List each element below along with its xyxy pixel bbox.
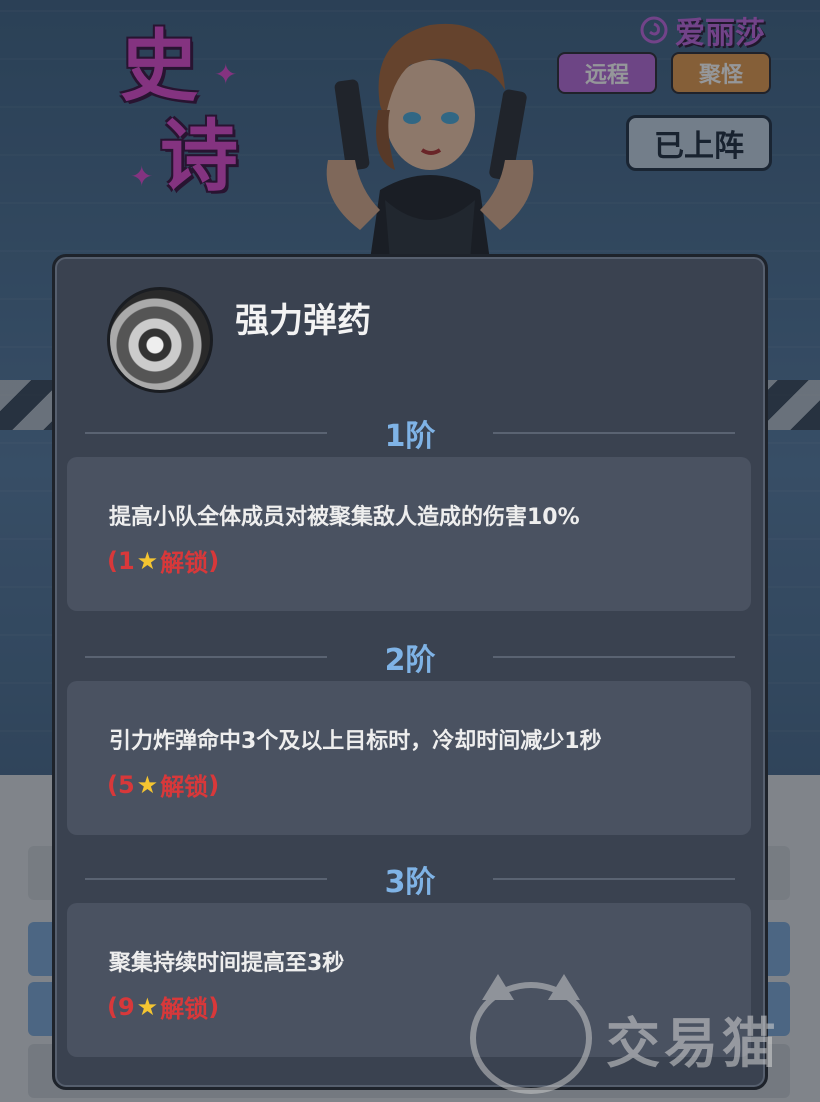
ammo-drum-icon xyxy=(107,287,213,393)
tier-label: 2阶 xyxy=(384,643,436,678)
divider xyxy=(493,878,735,880)
unlock-close-paren: ) xyxy=(208,770,220,799)
divider xyxy=(85,432,327,434)
skill-detail-panel: 强力弹药 1阶 提高小队全体成员对被聚集敌人造成的伤害10% ( 1 ★ 解锁 … xyxy=(52,254,768,1090)
divider xyxy=(85,878,327,880)
divider xyxy=(493,432,735,434)
tier-heading: 1阶 xyxy=(67,413,753,454)
unlock-text: 解锁 xyxy=(160,773,209,801)
cat-logo-icon xyxy=(470,974,592,1094)
tier-description: 提高小队全体成员对被聚集敌人造成的伤害10% xyxy=(109,505,580,530)
tier-unlock-requirement: ( 5 ★ 解锁 ) xyxy=(107,767,219,802)
divider xyxy=(493,656,735,658)
tier-card: 引力炸弹命中3个及以上目标时，冷却时间减少1秒 ( 5 ★ 解锁 ) xyxy=(67,681,751,835)
unlock-star-count: 9 xyxy=(117,992,135,1021)
unlock-star-count: 1 xyxy=(117,546,135,575)
unlock-text: 解锁 xyxy=(160,549,209,577)
unlock-open-paren: ( xyxy=(107,546,118,575)
star-icon: ★ xyxy=(136,992,159,1021)
unlock-close-paren: ) xyxy=(208,992,220,1021)
unlock-text: 解锁 xyxy=(160,995,209,1023)
tier-heading: 2阶 xyxy=(67,637,753,678)
tier-unlock-requirement: ( 9 ★ 解锁 ) xyxy=(107,989,219,1024)
tier-card: 提高小队全体成员对被聚集敌人造成的伤害10% ( 1 ★ 解锁 ) xyxy=(67,457,751,611)
tier-heading: 3阶 xyxy=(67,859,753,900)
star-icon: ★ xyxy=(136,770,159,799)
watermark: 交易猫 xyxy=(470,974,780,1094)
tier-unlock-requirement: ( 1 ★ 解锁 ) xyxy=(107,543,219,578)
tier-label: 3阶 xyxy=(384,865,436,900)
tier-description: 引力炸弹命中3个及以上目标时，冷却时间减少1秒 xyxy=(109,729,602,754)
skill-title: 强力弹药 xyxy=(235,301,371,341)
star-icon: ★ xyxy=(136,546,159,575)
divider xyxy=(85,656,327,658)
tier-label: 1阶 xyxy=(384,419,436,454)
unlock-close-paren: ) xyxy=(208,546,220,575)
tier-description: 聚集持续时间提高至3秒 xyxy=(109,951,345,976)
unlock-open-paren: ( xyxy=(107,992,118,1021)
unlock-open-paren: ( xyxy=(107,770,118,799)
watermark-text: 交易猫 xyxy=(606,1011,780,1075)
unlock-star-count: 5 xyxy=(117,770,135,799)
